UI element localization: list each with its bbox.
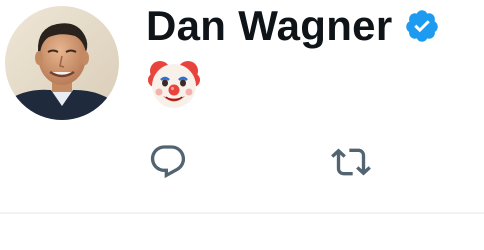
clown-face-emoji (148, 61, 200, 108)
avatar-image (5, 6, 119, 120)
tweet: Dan Wagner 🤡 (0, 0, 484, 250)
reply-icon (150, 145, 186, 179)
retweet-button[interactable] (329, 140, 373, 184)
tweet-actions (146, 140, 466, 190)
retweet-icon (331, 148, 371, 176)
reply-button[interactable] (146, 140, 190, 184)
tweet-text: 🤡 (146, 56, 206, 116)
name-row: Dan Wagner (146, 0, 440, 52)
verified-badge-icon[interactable] (404, 8, 440, 44)
avatar[interactable] (5, 6, 119, 120)
display-name[interactable]: Dan Wagner (146, 0, 392, 52)
divider (0, 212, 484, 214)
